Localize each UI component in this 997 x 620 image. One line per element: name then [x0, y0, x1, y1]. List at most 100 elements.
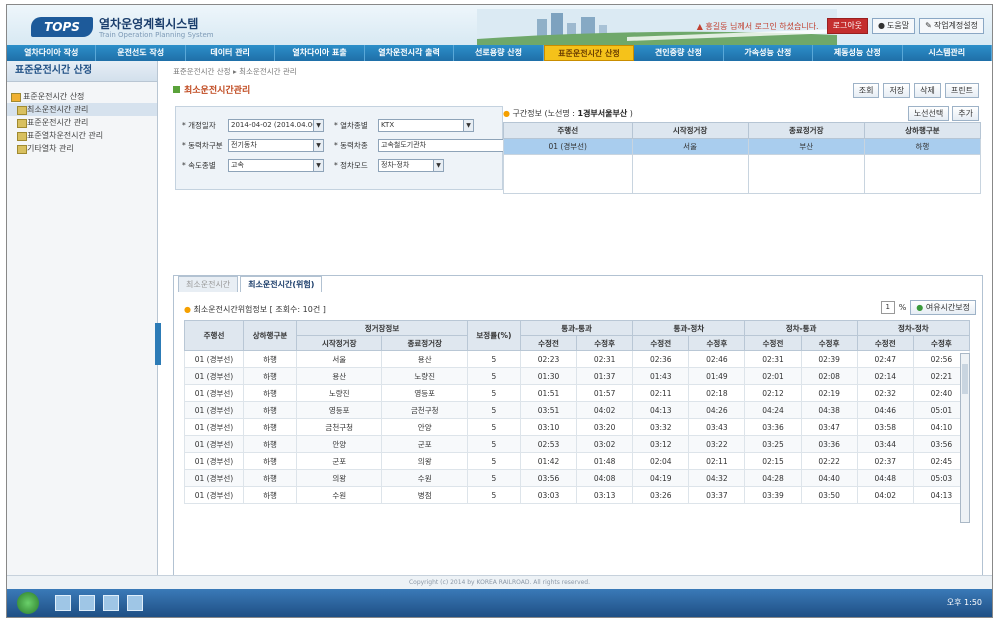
document-icon [17, 145, 27, 154]
col-header: 수정후 [800, 335, 858, 351]
tab-min-run-time-risk[interactable]: 최소운전시간(위험) [240, 276, 323, 292]
search-form: * 개정일자 2014-04-02 (2014.04.06) ▼ * 열차종별 K… [175, 106, 524, 190]
taskbar-app-icon[interactable] [55, 595, 71, 611]
speed-type-label: * 속도종별 [182, 161, 216, 170]
app-subtitle: Train Operation Planning System [99, 31, 214, 39]
table-row[interactable]: 01 (경부선) 서울 부산 하행 [503, 138, 982, 155]
sidebar-item-other-train[interactable]: 기타열차 관리 [7, 142, 157, 155]
nav-item-run-curve[interactable]: 운전선도 작성 [96, 45, 186, 61]
section-route-name: 1경부서울부산 [577, 109, 628, 118]
print-button[interactable]: 프린트 [944, 83, 979, 98]
taskbar-app-icon[interactable] [79, 595, 95, 611]
nav-item-system-admin[interactable]: 시스템관리 [903, 45, 992, 61]
cell: 5 [466, 469, 521, 487]
group-header-stop-pass: 정차-통과 [744, 320, 858, 336]
nav-item-brake-perf[interactable]: 제동성능 산정 [813, 45, 903, 61]
cell: 03:02 [576, 435, 634, 453]
folder-icon [11, 93, 21, 102]
work-settings-button[interactable]: ✎ 작업계정설정 [919, 18, 984, 34]
nav-item-traction-weight[interactable]: 견인중량 산정 [634, 45, 724, 61]
table-row[interactable]: 01 (경부선) 하행 금천구청 안양 5 03:10 03:20 03:32 03:43 03:… [184, 418, 971, 436]
nav-item-diagram-display[interactable]: 열차다이아 표출 [275, 45, 365, 61]
sidebar: 표준운전시간 산정 표준운전시간 산정 최소운전시간 관리 표준운전시간 관리 … [7, 61, 158, 575]
form-row-3: * 속도종별 고속 ▼ * 정차모드 정차-정차 ▼ [182, 159, 444, 172]
col-header-main: 주행선 [184, 320, 244, 351]
speed-type-value: 고속 [231, 161, 244, 169]
cell: 의왕 [295, 469, 383, 487]
sidebar-item-min-run-time[interactable]: 최소운전시간 관리 [7, 103, 157, 116]
chevron-down-icon: ▼ [313, 120, 323, 131]
cell: 01 (경부선) [184, 401, 244, 419]
bullet-icon: ● [184, 305, 194, 314]
cell: 02:23 [519, 350, 578, 368]
col-header: 주행선 [503, 122, 633, 139]
cell: 01:57 [576, 384, 634, 402]
sidebar-collapse-handle[interactable] [155, 323, 161, 365]
train-type-select[interactable]: KTX ▼ [378, 119, 474, 132]
table-row[interactable]: 01 (경부선) 하행 용산 노량진 5 01:30 01:37 01:43 01:49 02:0… [184, 367, 971, 385]
power-car-type-value: 전기동차 [231, 141, 257, 149]
logout-button[interactable]: 로그아웃 [826, 18, 869, 34]
form-row-1: * 개정일자 2014-04-02 (2014.04.06) ▼ * 열차종별 K… [182, 119, 474, 132]
nav-item-standard-run-time[interactable]: 표준운전시간 산정 [543, 45, 635, 61]
cell: 01 (경부선) [184, 435, 244, 453]
cell: 01 (경부선) [184, 384, 244, 402]
sidebar-folder[interactable]: 표준운전시간 산정 [7, 90, 157, 103]
save-button[interactable]: 저장 [883, 83, 911, 98]
taskbar-app-icon[interactable] [127, 595, 143, 611]
col-header: 수정전 [632, 335, 690, 351]
nav-item-line-capacity[interactable]: 선로용량 산정 [454, 45, 544, 61]
spare-time-adjust-button[interactable]: ● 여유시간보정 [910, 300, 976, 315]
delete-button[interactable]: 삭제 [914, 83, 941, 98]
table-row[interactable]: 01 (경부선) 하행 수원 병점 5 03:03 03:13 03:26 03:37 03:39… [184, 486, 971, 504]
col-header: 수정후 [912, 335, 971, 351]
section-grid: 주행선 시작정거장 종료정거장 상하행구분 01 (경부선) 서울 부산 하행 [503, 122, 982, 194]
cell: 03:37 [688, 486, 746, 504]
rate-input[interactable]: 1 [880, 301, 895, 314]
speed-type-select[interactable]: 고속 ▼ [228, 159, 324, 172]
tab-min-run-time[interactable]: 최소운전시간 [178, 276, 239, 292]
cell: 04:46 [856, 401, 914, 419]
run-time-grid: 주행선 상하행구분 정거장정보 보정률(%) 통과-통과 통과-정차 정차-통과… [184, 320, 971, 504]
power-car-model-value: 고속철도기관차 [381, 141, 427, 149]
cell: 의왕 [381, 452, 468, 470]
cell: 군포 [295, 452, 383, 470]
search-button[interactable]: 조회 [852, 83, 880, 98]
nav-item-time-output[interactable]: 열차운전시각 출력 [365, 45, 455, 61]
grid-scrollbar[interactable] [960, 353, 970, 523]
nav-item-data-manage[interactable]: 데이터 관리 [186, 45, 276, 61]
start-button-icon[interactable] [17, 592, 39, 614]
add-button[interactable]: 추가 [952, 106, 979, 121]
section-title-suffix: ) [627, 109, 633, 118]
cell: 5 [466, 418, 521, 436]
cell: 04:02 [576, 401, 634, 419]
cell: 02:36 [632, 350, 690, 368]
nav-item-diagram-create[interactable]: 열차다이아 작성 [7, 45, 97, 61]
route-select-button[interactable]: 노선선택 [907, 106, 950, 121]
cell: 용산 [295, 367, 383, 385]
table-row[interactable]: 01 (경부선) 하행 노량진 영등포 5 01:51 01:57 02:11 02:18 02:… [184, 384, 971, 402]
nav-item-accel-perf[interactable]: 가속성능 산정 [724, 45, 814, 61]
col-header: 수정전 [519, 335, 578, 351]
cell: 04:28 [744, 469, 802, 487]
table-row[interactable]: 01 (경부선) 하행 의왕 수원 5 03:56 04:08 04:19 04:32 04:28… [184, 469, 971, 487]
cell: 02:39 [800, 350, 858, 368]
taskbar-app-icon[interactable] [103, 595, 119, 611]
sidebar-item-std-run-time[interactable]: 표준운전시간 관리 [7, 116, 157, 129]
revision-date-select[interactable]: 2014-04-02 (2014.04.06) ▼ [228, 119, 324, 132]
section-info: ● 구간정보 (노선명 : 1경부서울부산 ) 노선선택 추가 주행선 시작정거… [503, 106, 982, 194]
power-car-type-select[interactable]: 전기동차 ▼ [228, 139, 324, 152]
help-button[interactable]: ● 도움말 [872, 18, 916, 34]
sidebar-item-std-train-run-time[interactable]: 표준열차운전시간 관리 [7, 129, 157, 142]
table-row[interactable]: 01 (경부선) 하행 안양 군포 5 02:53 03:02 03:12 03:22 03:25… [184, 435, 971, 453]
cell: 03:22 [688, 435, 746, 453]
scrollbar-thumb[interactable] [962, 364, 968, 394]
stop-mode-select[interactable]: 정차-정차 ▼ [378, 159, 444, 172]
cell: 04:26 [688, 401, 746, 419]
cell: 03:36 [744, 418, 802, 436]
table-row[interactable]: 01 (경부선) 하행 군포 의왕 5 01:42 01:48 02:04 02:11 02:15… [184, 452, 971, 470]
cell: 04:32 [688, 469, 746, 487]
document-icon [17, 132, 27, 141]
table-row[interactable]: 01 (경부선) 하행 서울 용산 5 02:23 02:31 02:36 02:46 02:31… [184, 350, 971, 368]
table-row[interactable]: 01 (경부선) 하행 영등포 금천구청 5 03:51 04:02 04:13 04:26 04… [184, 401, 971, 419]
